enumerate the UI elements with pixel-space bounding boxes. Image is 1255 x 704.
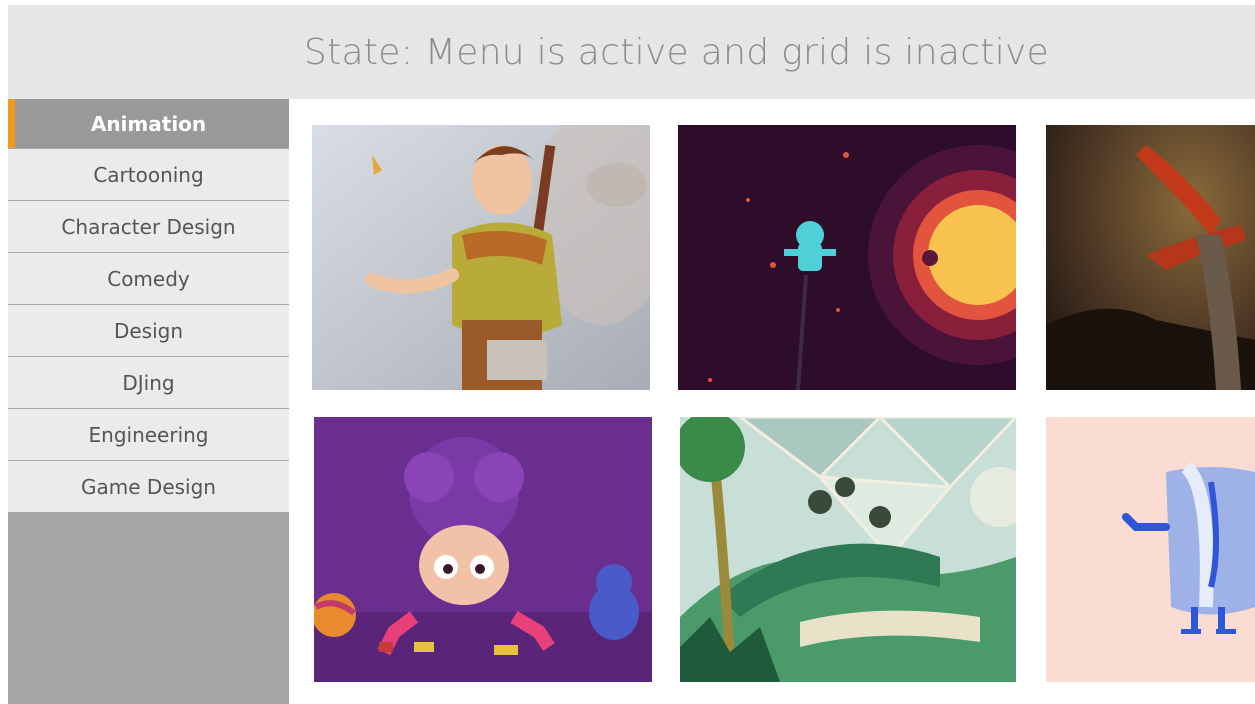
clay-kid-render: [314, 417, 652, 682]
menu-item-djing[interactable]: DJing: [8, 357, 289, 408]
grid-tile-clay-kid[interactable]: [314, 417, 652, 682]
grid-tile-astronaut[interactable]: [678, 125, 1016, 390]
menu-item-animation[interactable]: Animation: [8, 99, 289, 148]
dome-landscape-illustration: [680, 417, 1016, 682]
category-menu: Animation Cartooning Character Design Co…: [8, 99, 289, 704]
menu-item-cartooning[interactable]: Cartooning: [8, 149, 289, 200]
grid-tile-pterodactyl[interactable]: [1046, 125, 1255, 390]
grid-tile-pink-character[interactable]: [1046, 417, 1255, 682]
thumbnail-grid: [289, 99, 1255, 704]
menu-item-engineering[interactable]: Engineering: [8, 409, 289, 460]
grid-tile-dome-landscape[interactable]: [680, 417, 1016, 682]
menu-item-comedy[interactable]: Comedy: [8, 253, 289, 304]
pterodactyl-painting: [1046, 125, 1255, 390]
astronaut-illustration: [678, 125, 1016, 390]
pink-character-illustration: [1046, 417, 1255, 682]
menu-item-design[interactable]: Design: [8, 305, 289, 356]
adventurer-illustration: [312, 125, 650, 390]
state-title: State: Menu is active and grid is inacti…: [303, 31, 1050, 73]
grid-tile-adventurer[interactable]: [312, 125, 650, 390]
state-header: State: Menu is active and grid is inacti…: [8, 5, 1255, 99]
menu-item-character-design[interactable]: Character Design: [8, 201, 289, 252]
menu-item-game-design[interactable]: Game Design: [8, 461, 289, 512]
